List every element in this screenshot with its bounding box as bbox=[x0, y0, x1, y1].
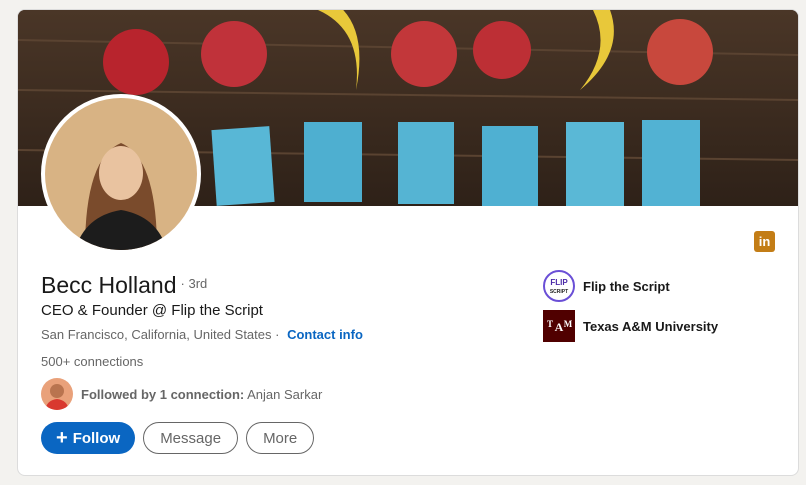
profile-name: Becc Holland bbox=[41, 272, 177, 298]
connections-count[interactable]: 500+ connections bbox=[41, 354, 143, 369]
location-row: San Francisco, California, United States… bbox=[41, 327, 363, 342]
mutual-connection-avatar bbox=[41, 378, 73, 410]
followed-by-row[interactable]: Followed by 1 connection: Anjan Sarkar bbox=[41, 378, 322, 410]
connection-degree: · 3rd bbox=[180, 276, 208, 291]
name-row: Becc Holland · 3rd bbox=[41, 272, 207, 299]
svg-text:SCRIPT: SCRIPT bbox=[550, 289, 568, 295]
profile-location: San Francisco, California, United States… bbox=[41, 327, 280, 342]
linkedin-icon[interactable]: in bbox=[754, 231, 775, 252]
profile-headline: CEO & Founder @ Flip the Script bbox=[41, 302, 263, 319]
followed-name: Anjan Sarkar bbox=[247, 386, 323, 402]
company-name: Flip the Script bbox=[583, 278, 670, 294]
followed-prefix: Followed by 1 connection: bbox=[81, 386, 245, 402]
follow-label: Follow bbox=[72, 429, 121, 447]
current-company[interactable]: FLIP SCRIPT Flip the Script bbox=[543, 270, 670, 302]
school-name: Texas A&M University bbox=[583, 318, 719, 334]
plus-icon: + bbox=[56, 426, 68, 449]
message-button[interactable]: Message bbox=[143, 422, 239, 454]
profile-photo[interactable] bbox=[41, 94, 201, 254]
svg-text:M: M bbox=[564, 319, 573, 329]
more-button[interactable]: More bbox=[246, 422, 315, 454]
svg-text:A: A bbox=[555, 320, 564, 334]
follow-button[interactable]: + Follow bbox=[41, 422, 136, 454]
profile-card: in Becc Holland · 3rd CEO & Founder @ Fl… bbox=[17, 9, 799, 476]
followed-by-text: Followed by 1 connection: Anjan Sarkar bbox=[81, 387, 322, 402]
contact-info-link[interactable]: Contact info bbox=[287, 327, 363, 342]
svg-text:FLIP: FLIP bbox=[550, 278, 568, 287]
flip-the-script-logo: FLIP SCRIPT bbox=[543, 270, 575, 302]
action-buttons: + Follow Message More bbox=[41, 422, 315, 454]
education[interactable]: A T M Texas A&M University bbox=[543, 310, 718, 342]
texas-am-logo: A T M bbox=[543, 310, 575, 342]
svg-text:T: T bbox=[547, 319, 553, 329]
